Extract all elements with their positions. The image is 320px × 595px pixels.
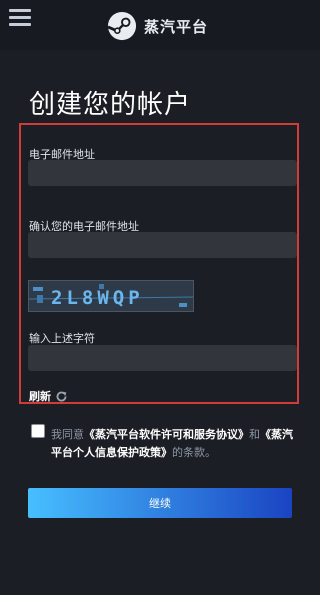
continue-button[interactable]: 继续 bbox=[28, 488, 292, 518]
top-header: 蒸汽平台 bbox=[0, 0, 320, 50]
steam-logo[interactable]: 蒸汽平台 bbox=[107, 10, 208, 42]
hamburger-menu-icon[interactable] bbox=[9, 9, 31, 27]
agree-and: 和 bbox=[249, 428, 260, 441]
agree-checkbox[interactable] bbox=[31, 424, 45, 438]
agree-suffix: 的条款。 bbox=[172, 446, 216, 459]
refresh-captcha-button[interactable]: 刷新 bbox=[29, 388, 68, 404]
captcha-input[interactable] bbox=[28, 345, 297, 371]
captcha-graphic: 2L8WQP bbox=[29, 281, 193, 311]
captcha-image: 2L8WQP bbox=[28, 280, 194, 312]
page-title: 创建您的帐户 bbox=[29, 90, 192, 120]
agreement-text: 我同意《蒸汽平台软件许可和服务协议》和《蒸汽平台个人信息保护政策》的条款。 bbox=[51, 426, 297, 462]
agree-prefix: 我同意 bbox=[51, 428, 84, 441]
refresh-label: 刷新 bbox=[29, 390, 51, 403]
brand-name: 蒸汽平台 bbox=[144, 17, 209, 36]
steam-logo-icon bbox=[107, 11, 137, 41]
email-input[interactable] bbox=[28, 160, 297, 186]
captcha-input-label: 输入上述字符 bbox=[29, 332, 95, 345]
refresh-icon bbox=[56, 391, 67, 401]
license-link[interactable]: 《蒸汽平台软件许可和服务协议》 bbox=[84, 428, 249, 441]
captcha-text: 2L8WQP bbox=[51, 287, 144, 309]
confirm-email-input[interactable] bbox=[28, 232, 297, 258]
